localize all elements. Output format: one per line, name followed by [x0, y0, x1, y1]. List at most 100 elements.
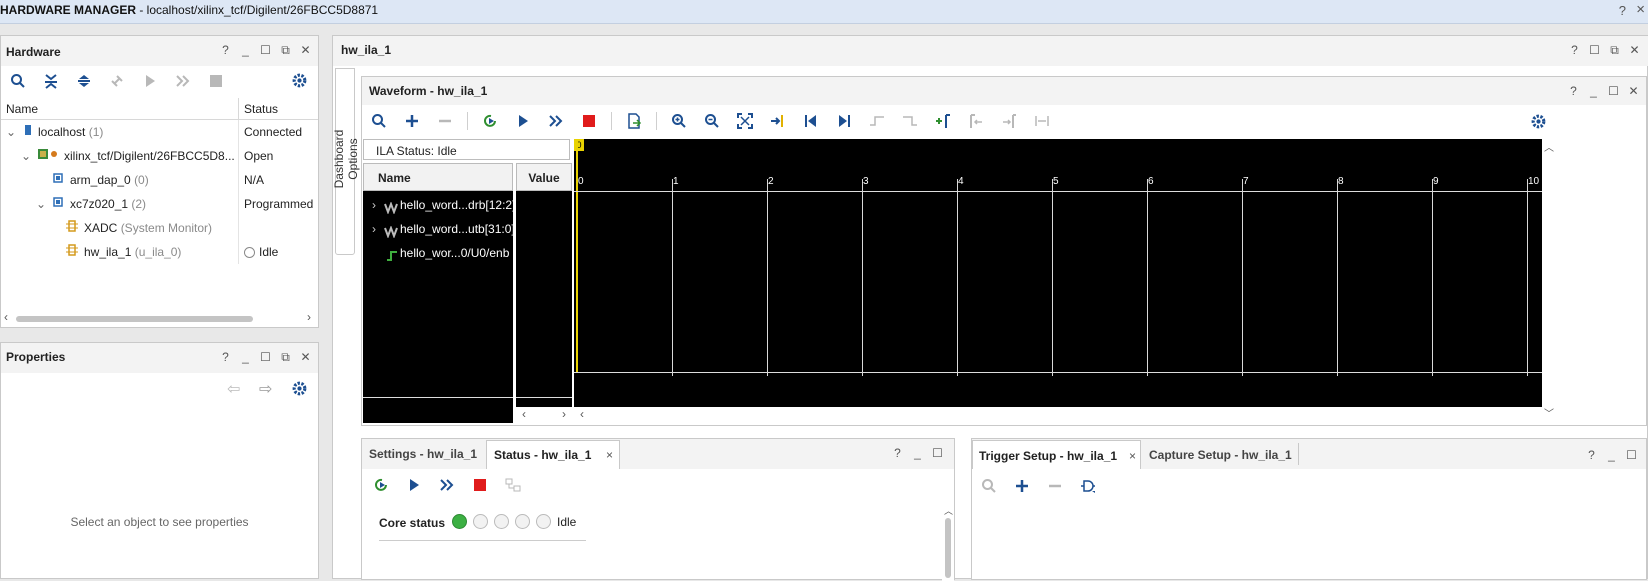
signal-row[interactable]: › hello_word...drb[12:2]: [363, 193, 515, 217]
signal-row[interactable]: hello_wor...0/U0/enb: [363, 241, 513, 265]
maximize-icon[interactable]: ☐: [1625, 449, 1638, 462]
tab-settings[interactable]: Settings - hw_ila_1: [362, 439, 484, 469]
expand-toggle-icon[interactable]: ⌄: [36, 192, 46, 216]
go-to-cursor-button[interactable]: [767, 110, 789, 132]
scroll-right-icon[interactable]: ›: [307, 310, 311, 324]
help-button[interactable]: ?: [1619, 3, 1626, 18]
close-icon[interactable]: ✕: [299, 351, 312, 364]
help-icon[interactable]: ?: [1585, 449, 1598, 462]
maximize-icon[interactable]: ☐: [259, 351, 272, 364]
go-to-end-button[interactable]: [833, 110, 855, 132]
value-hscroll[interactable]: ‹ ›: [516, 407, 572, 423]
run-immediate-button[interactable]: [172, 70, 194, 92]
add-probe-button[interactable]: [1011, 475, 1033, 497]
column-name[interactable]: Name: [6, 102, 38, 116]
cursor-line[interactable]: [576, 139, 578, 373]
value-column-header[interactable]: Value: [516, 163, 572, 191]
forward-arrow-icon[interactable]: ⇨: [259, 379, 272, 399]
signal-row[interactable]: › hello_word...utb[31:0]: [363, 217, 515, 241]
horizontal-scrollbar[interactable]: ‹ ›: [1, 310, 318, 326]
tree-row-localhost[interactable]: ⌄ localhost (1) Connected: [1, 120, 318, 144]
search-button[interactable]: [7, 70, 29, 92]
go-to-start-button[interactable]: [800, 110, 822, 132]
expand-toggle-icon[interactable]: ›: [372, 193, 376, 217]
maximize-icon[interactable]: ☐: [259, 44, 272, 57]
tree-row-xadc[interactable]: XADC (System Monitor): [1, 216, 318, 240]
layout-button[interactable]: [502, 474, 524, 496]
run-trigger-button[interactable]: [403, 474, 425, 496]
zoom-fit-button[interactable]: [734, 110, 756, 132]
auto-connect-button[interactable]: [106, 70, 128, 92]
remove-probe-button[interactable]: [1044, 475, 1066, 497]
minimize-icon[interactable]: _: [1587, 85, 1600, 98]
waveform-vscroll[interactable]: ︿ ﹀: [1542, 139, 1556, 423]
scrollbar-thumb[interactable]: [945, 518, 951, 578]
add-probe-button[interactable]: [401, 110, 423, 132]
stop-button[interactable]: [469, 474, 491, 496]
search-button[interactable]: [368, 110, 390, 132]
remove-probe-button[interactable]: [434, 110, 456, 132]
next-marker-button[interactable]: [998, 110, 1020, 132]
status-vscroll[interactable]: ︿: [942, 504, 954, 581]
next-transition-button[interactable]: [899, 110, 921, 132]
float-icon[interactable]: ⧉: [279, 44, 292, 57]
help-icon[interactable]: ?: [891, 447, 904, 460]
help-icon[interactable]: ?: [1568, 44, 1581, 57]
run-immediate-button[interactable]: [545, 110, 567, 132]
collapse-all-button[interactable]: [40, 70, 62, 92]
scroll-left-icon[interactable]: ‹: [4, 310, 8, 324]
tab-status[interactable]: Status - hw_ila_1 ×: [486, 440, 620, 469]
tab-close-icon[interactable]: ×: [606, 448, 613, 462]
settings-button[interactable]: [291, 380, 308, 400]
add-marker-button[interactable]: [932, 110, 954, 132]
expand-toggle-icon[interactable]: ⌄: [6, 120, 16, 144]
ila-tab-title[interactable]: hw_ila_1: [341, 43, 391, 57]
scroll-up-icon[interactable]: ︿: [1544, 139, 1554, 154]
tab-trigger-setup[interactable]: Trigger Setup - hw_ila_1 ×: [972, 440, 1141, 469]
run-trigger-repeat-button[interactable]: [479, 110, 501, 132]
dashboard-options-tab[interactable]: Dashboard Options: [332, 68, 360, 255]
zoom-out-button[interactable]: [701, 110, 723, 132]
scroll-left-icon[interactable]: ‹: [580, 407, 584, 421]
minimize-icon[interactable]: _: [911, 447, 924, 460]
minimize-icon[interactable]: _: [1605, 449, 1618, 462]
tree-row-target[interactable]: ⌄ xilinx_tcf/Digilent/26FBCC5D8... Open: [1, 144, 318, 168]
swap-cursors-button[interactable]: [1031, 110, 1053, 132]
maximize-icon[interactable]: ☐: [931, 447, 944, 460]
minimize-icon[interactable]: _: [239, 351, 252, 364]
help-icon[interactable]: ?: [1567, 85, 1580, 98]
tab-close-icon[interactable]: ×: [1129, 449, 1136, 463]
help-icon[interactable]: ?: [219, 351, 232, 364]
trigger-condition-button[interactable]: [1077, 475, 1099, 497]
expand-all-button[interactable]: [73, 70, 95, 92]
settings-button[interactable]: [291, 72, 308, 92]
tree-row-arm-dap[interactable]: arm_dap_0 (0) N/A: [1, 168, 318, 192]
run-trigger-repeat-button[interactable]: [370, 474, 392, 496]
run-immediate-button[interactable]: [436, 474, 458, 496]
run-trigger-button[interactable]: [512, 110, 534, 132]
close-icon[interactable]: ✕: [1627, 85, 1640, 98]
export-button[interactable]: [623, 110, 645, 132]
close-icon[interactable]: ✕: [299, 44, 312, 57]
help-icon[interactable]: ?: [219, 44, 232, 57]
minimize-icon[interactable]: _: [239, 44, 252, 57]
float-icon[interactable]: ⧉: [279, 351, 292, 364]
zoom-in-button[interactable]: [668, 110, 690, 132]
close-icon[interactable]: ✕: [1628, 44, 1641, 57]
back-arrow-icon[interactable]: ⇦: [227, 379, 240, 399]
stop-button[interactable]: [578, 110, 600, 132]
waveform-canvas[interactable]: 0 0 1 2 3 4 5 6 7 8 9 10: [574, 139, 1542, 407]
scroll-up-icon[interactable]: ︿: [944, 504, 953, 517]
previous-marker-button[interactable]: [965, 110, 987, 132]
tab-capture-setup[interactable]: Capture Setup - hw_ila_1: [1142, 440, 1299, 470]
previous-transition-button[interactable]: [866, 110, 888, 132]
scroll-down-icon[interactable]: ﹀: [1544, 405, 1554, 420]
expand-toggle-icon[interactable]: ⌄: [21, 144, 31, 168]
settings-button[interactable]: [1530, 113, 1547, 133]
search-button[interactable]: [978, 475, 1000, 497]
window-close-button[interactable]: ×: [1636, 1, 1645, 18]
run-trigger-button[interactable]: [139, 70, 161, 92]
expand-toggle-icon[interactable]: ›: [372, 217, 376, 241]
stop-button[interactable]: [205, 70, 227, 92]
tree-row-hw-ila[interactable]: hw_ila_1 (u_ila_0) Idle: [1, 240, 318, 264]
